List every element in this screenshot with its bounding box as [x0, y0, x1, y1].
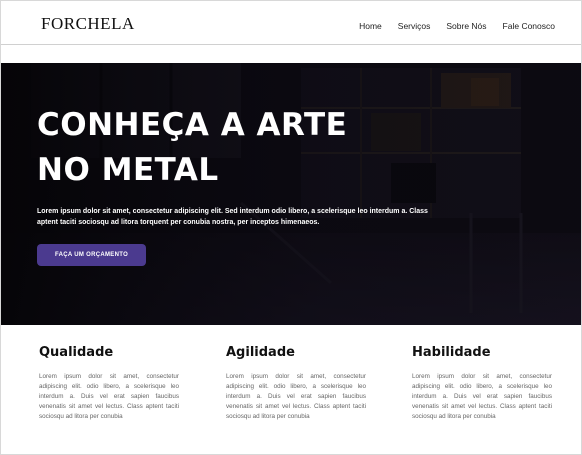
feature-title: Habilidade [412, 345, 491, 360]
feature-title: Agilidade [226, 345, 295, 360]
nav-servicos[interactable]: Serviços [398, 21, 431, 31]
nav-home[interactable]: Home [359, 21, 382, 31]
nav-fale-conosco[interactable]: Fale Conosco [503, 21, 555, 31]
hero-description: Lorem ipsum dolor sit amet, consectetur … [37, 208, 428, 226]
feature-title: Qualidade [39, 345, 114, 360]
feature-habilidade: Habilidade Lorem ipsum dolor sit amet, c… [412, 345, 552, 422]
feature-agilidade: Agilidade Lorem ipsum dolor sit amet, co… [226, 345, 366, 422]
hero-content: CONHEÇA A ARTE NO METAL Lorem ipsum dolo… [37, 103, 537, 228]
main-nav: Home Serviços Sobre Nós Fale Conosco [359, 21, 555, 31]
feature-text: Lorem ipsum dolor sit amet, consectetur … [412, 373, 552, 420]
hero-section: CONHEÇA A ARTE NO METAL Lorem ipsum dolo… [1, 63, 581, 325]
features-section: Qualidade Lorem ipsum dolor sit amet, co… [1, 325, 581, 454]
site-header: FORCHELA Home Serviços Sobre Nós Fale Co… [1, 1, 581, 45]
request-quote-button[interactable]: FAÇA UM ORÇAMENTO [37, 244, 146, 266]
feature-qualidade: Qualidade Lorem ipsum dolor sit amet, co… [39, 345, 179, 422]
hero-title-line-2: NO METAL [37, 152, 219, 188]
page: FORCHELA Home Serviços Sobre Nós Fale Co… [0, 0, 582, 455]
feature-text: Lorem ipsum dolor sit amet, consectetur … [39, 373, 179, 420]
hero-title: CONHEÇA A ARTE NO METAL [37, 103, 537, 193]
logo[interactable]: FORCHELA [41, 14, 135, 34]
nav-sobre-nos[interactable]: Sobre Nós [446, 21, 486, 31]
hero-title-line-1: CONHEÇA A ARTE [37, 107, 348, 143]
feature-text: Lorem ipsum dolor sit amet, consectetur … [226, 373, 366, 420]
